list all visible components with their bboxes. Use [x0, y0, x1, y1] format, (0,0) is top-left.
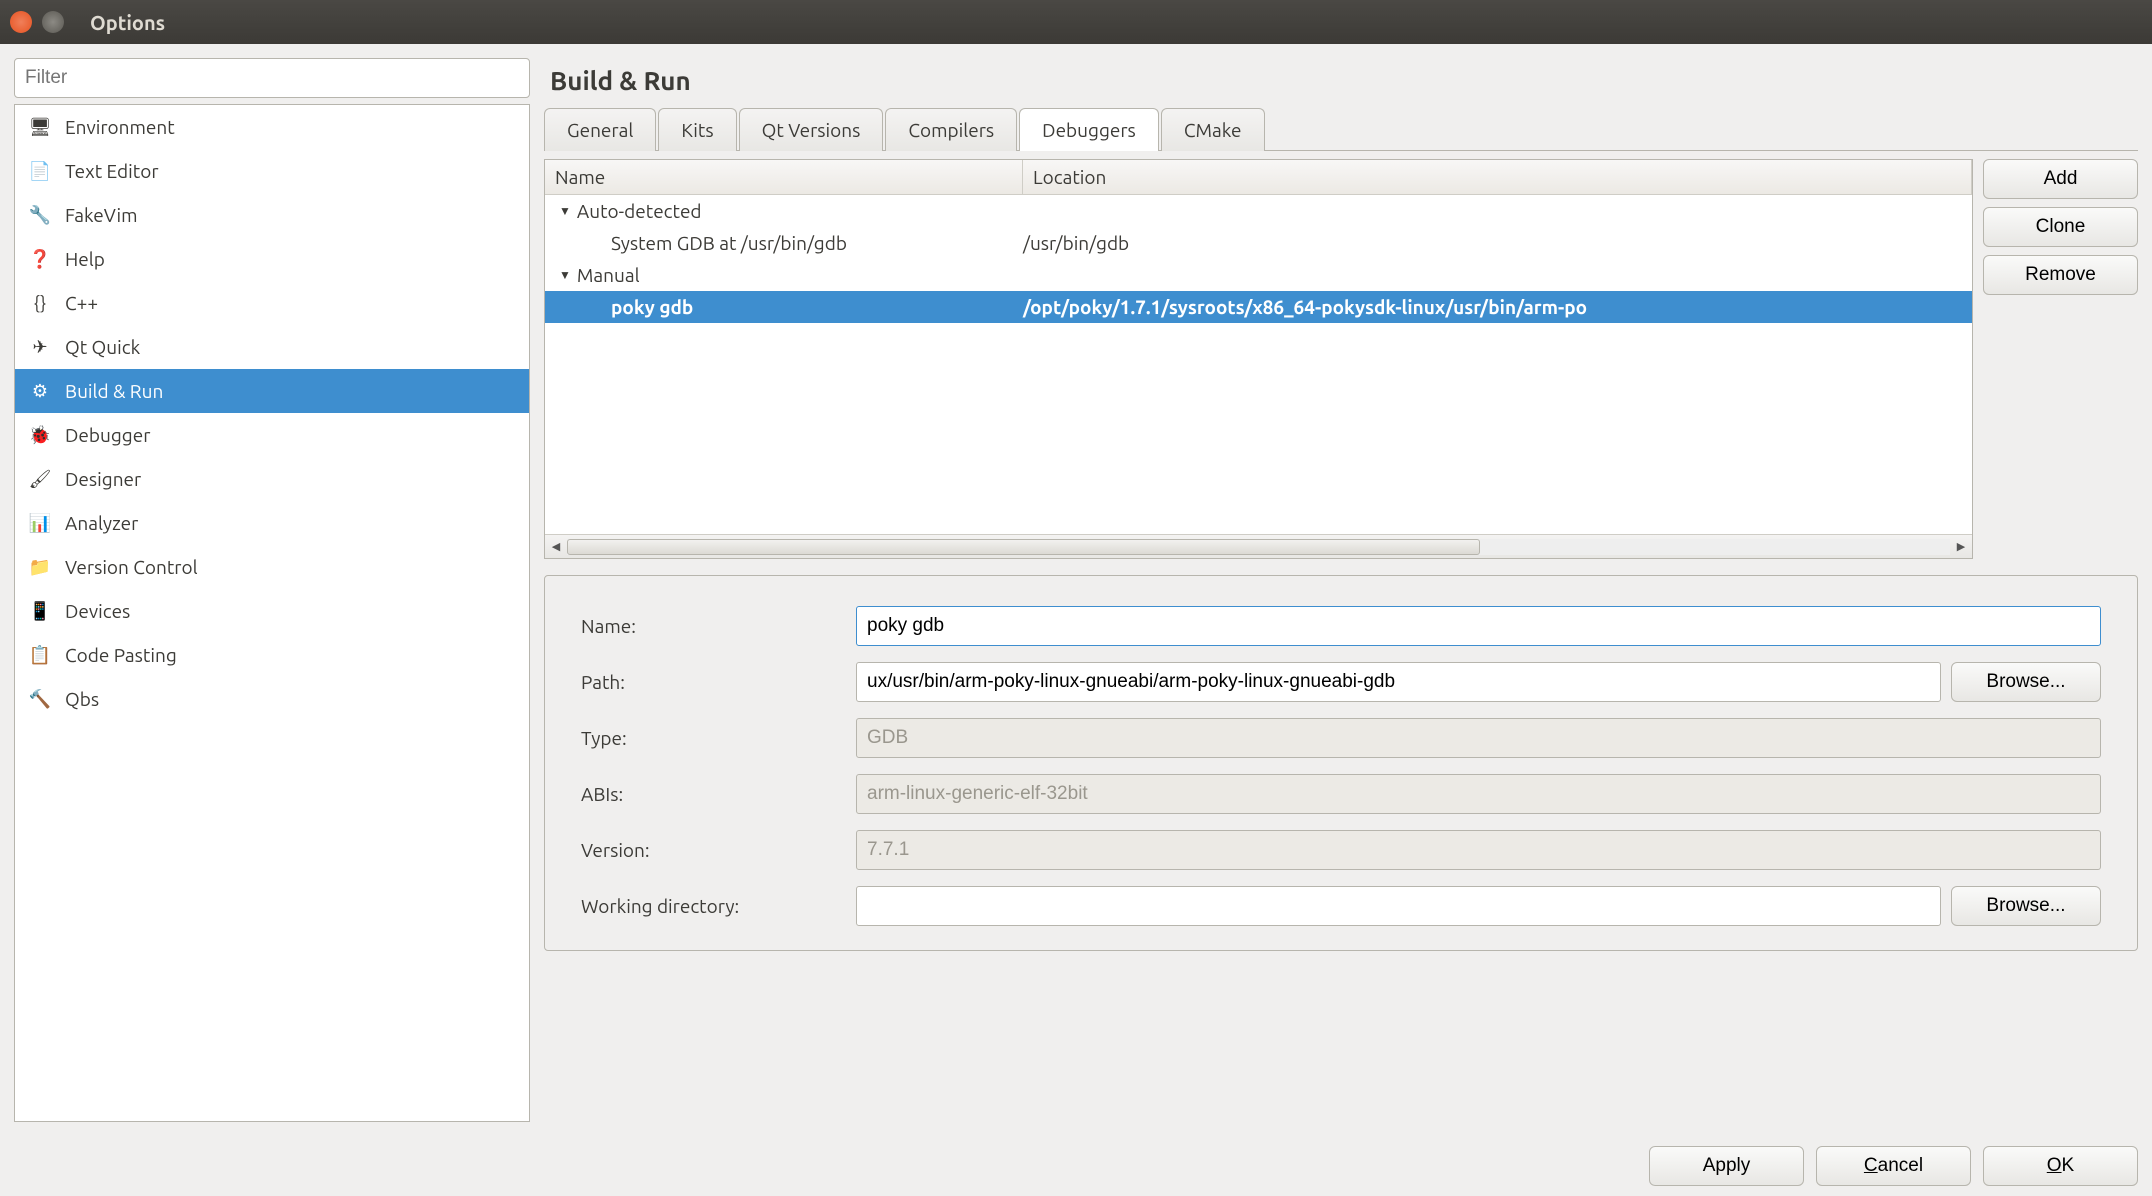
sidebar-item-label: Help: [65, 248, 105, 270]
sidebar-item-label: C++: [65, 292, 98, 314]
sidebar-item-label: Devices: [65, 600, 130, 622]
sidebar-item-label: Text Editor: [65, 160, 159, 182]
name-input[interactable]: [856, 606, 2101, 646]
sidebar-item-label: Debugger: [65, 424, 150, 446]
sidebar-item-qtquick[interactable]: ✈ Qt Quick: [15, 325, 529, 369]
sidebar-item-environment[interactable]: 🖥 Environment: [15, 105, 529, 149]
abis-display: [856, 774, 2101, 814]
sidebar-item-version-control[interactable]: 📁 Version Control: [15, 545, 529, 589]
name-label: Name:: [581, 615, 856, 637]
minimize-icon[interactable]: [42, 11, 64, 33]
abis-label: ABIs:: [581, 783, 856, 805]
sidebar-item-qbs[interactable]: 🔨 Qbs: [15, 677, 529, 721]
path-label: Path:: [581, 671, 856, 693]
panel-title: Build & Run: [544, 58, 2138, 107]
sidebar-item-label: Code Pasting: [65, 644, 177, 666]
workdir-browse-button[interactable]: Browse...: [1951, 886, 2101, 926]
monitor-icon: 🖥: [25, 112, 55, 142]
sidebar-item-label: Build & Run: [65, 380, 163, 402]
debugger-form: Name: Path: Browse... Type:: [544, 575, 2138, 951]
help-icon: ❓: [25, 244, 55, 274]
debuggers-tree: Name Location ▼Auto-detected System GDB …: [544, 159, 1973, 559]
clone-button[interactable]: Clone: [1983, 207, 2138, 247]
sidebar: 🖥 Environment 📄 Text Editor 🔧 FakeVim ❓ …: [14, 104, 530, 1122]
devices-icon: 📱: [25, 596, 55, 626]
sidebar-item-code-pasting[interactable]: 📋 Code Pasting: [15, 633, 529, 677]
apply-button[interactable]: Apply: [1649, 1146, 1804, 1186]
codepaste-icon: 📋: [25, 640, 55, 670]
horizontal-scrollbar[interactable]: ◀ ▶: [545, 534, 1972, 558]
buildrun-icon: ⚙: [25, 376, 55, 406]
scroll-right-icon[interactable]: ▶: [1950, 536, 1972, 558]
tab-kits[interactable]: Kits: [658, 108, 736, 151]
tab-qt-versions[interactable]: Qt Versions: [739, 108, 884, 151]
chevron-down-icon: ▼: [559, 204, 571, 218]
tab-bar: General Kits Qt Versions Compilers Debug…: [544, 107, 2138, 151]
workdir-label: Working directory:: [581, 895, 856, 917]
tree-header-location[interactable]: Location: [1023, 160, 1972, 194]
sidebar-item-cpp[interactable]: {} C++: [15, 281, 529, 325]
close-icon[interactable]: [10, 11, 32, 33]
version-display: [856, 830, 2101, 870]
sidebar-item-build-run[interactable]: ⚙ Build & Run: [15, 369, 529, 413]
designer-icon: 🖌: [25, 464, 55, 494]
sidebar-item-label: Environment: [65, 116, 175, 138]
sidebar-item-text-editor[interactable]: 📄 Text Editor: [15, 149, 529, 193]
dialog-footer: Apply Cancel OK: [0, 1136, 2152, 1196]
tree-row-poky-gdb[interactable]: poky gdb /opt/poky/1.7.1/sysroots/x86_64…: [545, 291, 1972, 323]
fakevim-icon: 🔧: [25, 200, 55, 230]
tab-compilers[interactable]: Compilers: [885, 108, 1017, 151]
sidebar-item-debugger[interactable]: 🐞 Debugger: [15, 413, 529, 457]
window-title: Options: [90, 11, 165, 34]
tab-debuggers[interactable]: Debuggers: [1019, 108, 1159, 151]
sidebar-item-label: FakeVim: [65, 204, 138, 226]
vcs-icon: 📁: [25, 552, 55, 582]
version-label: Version:: [581, 839, 856, 861]
cpp-icon: {}: [25, 288, 55, 318]
sidebar-item-help[interactable]: ❓ Help: [15, 237, 529, 281]
sidebar-item-label: Version Control: [65, 556, 198, 578]
sidebar-item-label: Designer: [65, 468, 141, 490]
tree-header-name[interactable]: Name: [545, 160, 1023, 194]
scroll-left-icon[interactable]: ◀: [545, 536, 567, 558]
path-input[interactable]: [856, 662, 1941, 702]
cancel-button[interactable]: Cancel: [1816, 1146, 1971, 1186]
type-display: [856, 718, 2101, 758]
remove-button[interactable]: Remove: [1983, 255, 2138, 295]
scrollbar-thumb[interactable]: [567, 539, 1480, 555]
sidebar-item-label: Qt Quick: [65, 336, 140, 358]
sidebar-item-devices[interactable]: 📱 Devices: [15, 589, 529, 633]
tree-group-auto-detected[interactable]: ▼Auto-detected: [545, 195, 1972, 227]
qtquick-icon: ✈: [25, 332, 55, 362]
type-label: Type:: [581, 727, 856, 749]
sidebar-item-label: Qbs: [65, 688, 99, 710]
path-browse-button[interactable]: Browse...: [1951, 662, 2101, 702]
sidebar-item-label: Analyzer: [65, 512, 138, 534]
tab-general[interactable]: General: [544, 108, 656, 151]
workdir-input[interactable]: [856, 886, 1941, 926]
sidebar-item-fakevim[interactable]: 🔧 FakeVim: [15, 193, 529, 237]
tree-group-manual[interactable]: ▼Manual: [545, 259, 1972, 291]
tree-row-system-gdb[interactable]: System GDB at /usr/bin/gdb /usr/bin/gdb: [545, 227, 1972, 259]
qbs-icon: 🔨: [25, 684, 55, 714]
filter-input[interactable]: [14, 58, 530, 98]
window-titlebar: Options: [0, 0, 2152, 44]
debugger-icon: 🐞: [25, 420, 55, 450]
add-button[interactable]: Add: [1983, 159, 2138, 199]
tab-cmake[interactable]: CMake: [1161, 108, 1265, 151]
ok-button[interactable]: OK: [1983, 1146, 2138, 1186]
sidebar-item-analyzer[interactable]: 📊 Analyzer: [15, 501, 529, 545]
chevron-down-icon: ▼: [559, 268, 571, 282]
sidebar-item-designer[interactable]: 🖌 Designer: [15, 457, 529, 501]
text-editor-icon: 📄: [25, 156, 55, 186]
analyzer-icon: 📊: [25, 508, 55, 538]
